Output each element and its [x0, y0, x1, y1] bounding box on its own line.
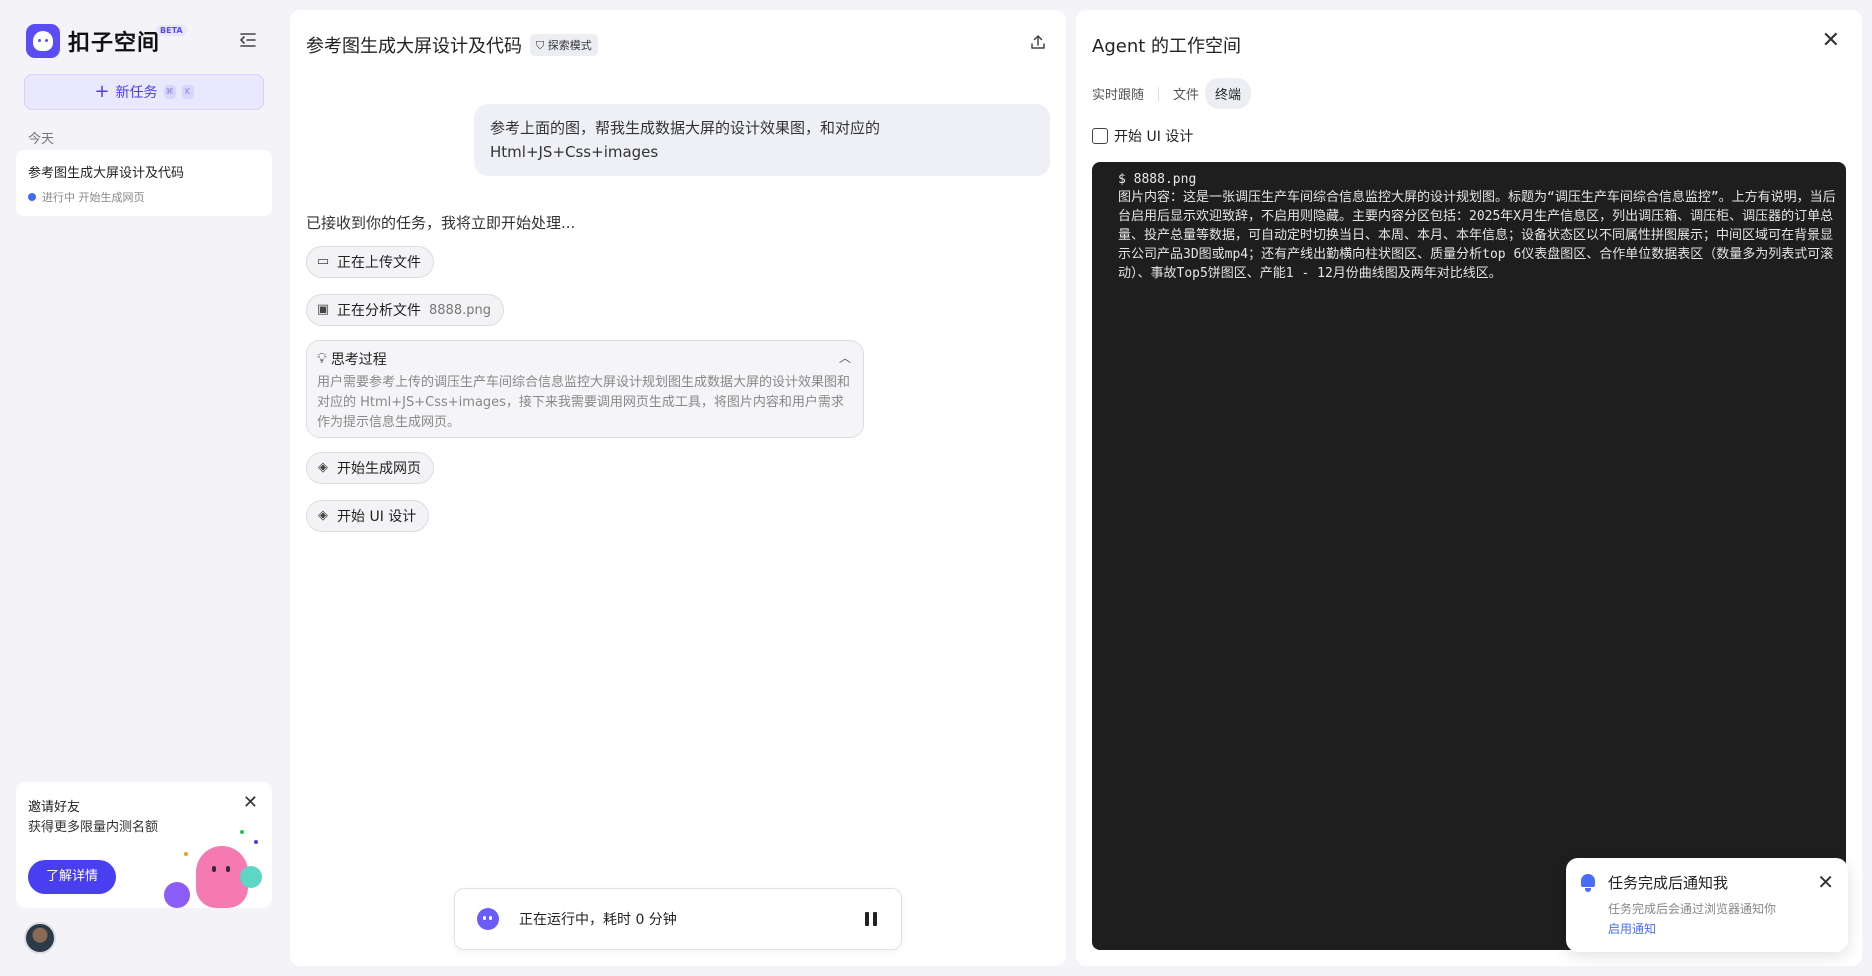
close-icon[interactable]: ✕ — [243, 792, 258, 813]
confetti-icon — [184, 852, 188, 856]
invite-card: 邀请好友 获得更多限量内测名额 ✕ 了解详情 — [16, 782, 272, 908]
thinking-body: 用户需要参考上传的调压生产车间综合信息监控大屏设计规划图生成数据大屏的设计效果图… — [317, 375, 851, 430]
logo-icon — [26, 24, 60, 58]
step-label: 正在分析文件 — [337, 303, 421, 319]
task-title: 参考图生成大屏设计及代码 — [28, 166, 185, 181]
close-icon[interactable]: ✕ — [1817, 870, 1834, 894]
notification-subtitle: 任务完成后会通过浏览器通知你 — [1608, 902, 1777, 916]
pause-icon[interactable] — [865, 912, 877, 926]
confetti-icon — [240, 830, 244, 834]
thinking-title: 思考过程 — [330, 352, 387, 368]
brand[interactable]: 扣子空间 — [26, 24, 160, 58]
step-analyze[interactable]: ▣ 正在分析文件 8888.png — [306, 294, 504, 326]
shield-icon: ⛉ — [536, 39, 545, 52]
image-icon: ▣ — [316, 302, 330, 317]
collapse-sidebar-icon[interactable] — [238, 32, 258, 50]
chat-header: 参考图生成大屏设计及代码 ⛉ 探索模式 — [306, 32, 598, 58]
file-icon: ▭ — [316, 254, 330, 269]
new-task-button[interactable]: + 新任务 ⌘ K — [24, 74, 264, 110]
image-icon — [1092, 128, 1108, 144]
step-ui-design[interactable]: ◈ 开始 UI 设计 — [306, 500, 430, 532]
share-icon[interactable] — [1030, 34, 1046, 54]
workspace-panel: Agent 的工作空间 ✕ 实时跟随 文件 终端 开始 UI 设计 $ 8888… — [1076, 10, 1862, 966]
bell-icon — [1580, 874, 1596, 892]
invite-subtitle: 获得更多限量内测名额 — [28, 820, 159, 835]
invite-title: 邀请好友 — [28, 800, 81, 815]
enable-notification-link[interactable]: 启用通知 — [1608, 920, 1656, 937]
lightbulb-icon: 💡︎ — [317, 351, 327, 367]
section-today-label: 今天 — [28, 132, 55, 147]
task-list-item[interactable]: 参考图生成大屏设计及代码 进行中 开始生成网页 — [16, 150, 272, 216]
status-dot-icon — [28, 193, 36, 201]
beta-badge: BETA — [156, 25, 187, 36]
user-avatar[interactable] — [24, 922, 56, 954]
task-status-text: 进行中 开始生成网页 — [42, 191, 145, 204]
brand-name: 扣子空间 — [68, 31, 161, 56]
cube-icon: ◈ — [318, 508, 328, 523]
sidebar: 扣子空间 BETA + 新任务 ⌘ K 今天 参考图生成大屏设计及代码 进行中 … — [0, 0, 282, 976]
tab-files[interactable]: 文件 — [1173, 78, 1199, 109]
thinking-panel[interactable]: 💡︎ 思考过程 ︿ 用户需要参考上传的调压生产车间综合信息监控大屏设计规划图生成… — [306, 340, 864, 438]
run-status-text: 正在运行中，耗时 0 分钟 — [519, 912, 677, 928]
workspace-step: 开始 UI 设计 — [1092, 126, 1193, 146]
notification-title: 任务完成后通知我 — [1608, 874, 1729, 892]
mode-label: 探索模式 — [547, 39, 592, 52]
workspace-title: Agent 的工作空间 — [1092, 36, 1242, 57]
step-filename: 8888.png — [429, 302, 491, 318]
thinking-header[interactable]: 💡︎ 思考过程 ︿ — [317, 349, 853, 369]
new-task-label: 新任务 — [115, 85, 158, 101]
confetti-icon — [254, 840, 258, 844]
close-icon[interactable]: ✕ — [1822, 28, 1840, 53]
notification-toast: 任务完成后通知我 ✕ 任务完成后会通过浏览器通知你 启用通知 — [1566, 858, 1848, 952]
run-status-bar: 正在运行中，耗时 0 分钟 — [454, 888, 902, 950]
mascot-purple-illustration — [164, 882, 190, 908]
assistant-ack: 已接收到你的任务，我将立即开始处理... — [306, 214, 576, 232]
task-status: 进行中 开始生成网页 — [28, 189, 260, 205]
learn-more-button[interactable]: 了解详情 — [28, 860, 116, 894]
terminal[interactable]: $ 8888.png 图片内容：这是一张调压生产车间综合信息监控大屏的设计规划图… — [1092, 162, 1846, 950]
page-title: 参考图生成大屏设计及代码 — [306, 36, 522, 57]
step-upload[interactable]: ▭ 正在上传文件 — [306, 246, 434, 278]
user-message: 参考上面的图，帮我生成数据大屏的设计效果图，和对应的Html+JS+Css+im… — [474, 104, 1050, 176]
plus-icon: + — [94, 81, 110, 102]
chevron-up-icon[interactable]: ︿ — [839, 349, 851, 366]
terminal-command: $ 8888.png — [1118, 172, 1197, 187]
step-label: 开始 UI 设计 — [337, 509, 417, 525]
workspace-step-label: 开始 UI 设计 — [1114, 129, 1194, 145]
step-label: 开始生成网页 — [337, 461, 421, 477]
step-generate-web[interactable]: ◈ 开始生成网页 — [306, 452, 434, 484]
step-label: 正在上传文件 — [337, 255, 421, 271]
agent-avatar-icon — [477, 908, 499, 930]
cube-icon: ◈ — [318, 460, 328, 475]
workspace-tabs: 实时跟随 文件 终端 — [1092, 78, 1252, 109]
mascot-teal-illustration — [240, 866, 262, 888]
tab-live-follow[interactable]: 实时跟随 — [1092, 78, 1144, 109]
terminal-output: 图片内容：这是一张调压生产车间综合信息监控大屏的设计规划图。标题为“调压生产车间… — [1118, 190, 1836, 281]
mode-badge: ⛉ 探索模式 — [530, 34, 598, 56]
tab-divider — [1158, 86, 1160, 101]
shortcut-key-cmd: ⌘ — [163, 85, 176, 99]
shortcut-key-k: K — [181, 85, 194, 99]
chat-panel: 参考图生成大屏设计及代码 ⛉ 探索模式 参考上面的图，帮我生成数据大屏的设计效果… — [290, 10, 1066, 966]
tab-terminal[interactable]: 终端 — [1205, 78, 1252, 109]
